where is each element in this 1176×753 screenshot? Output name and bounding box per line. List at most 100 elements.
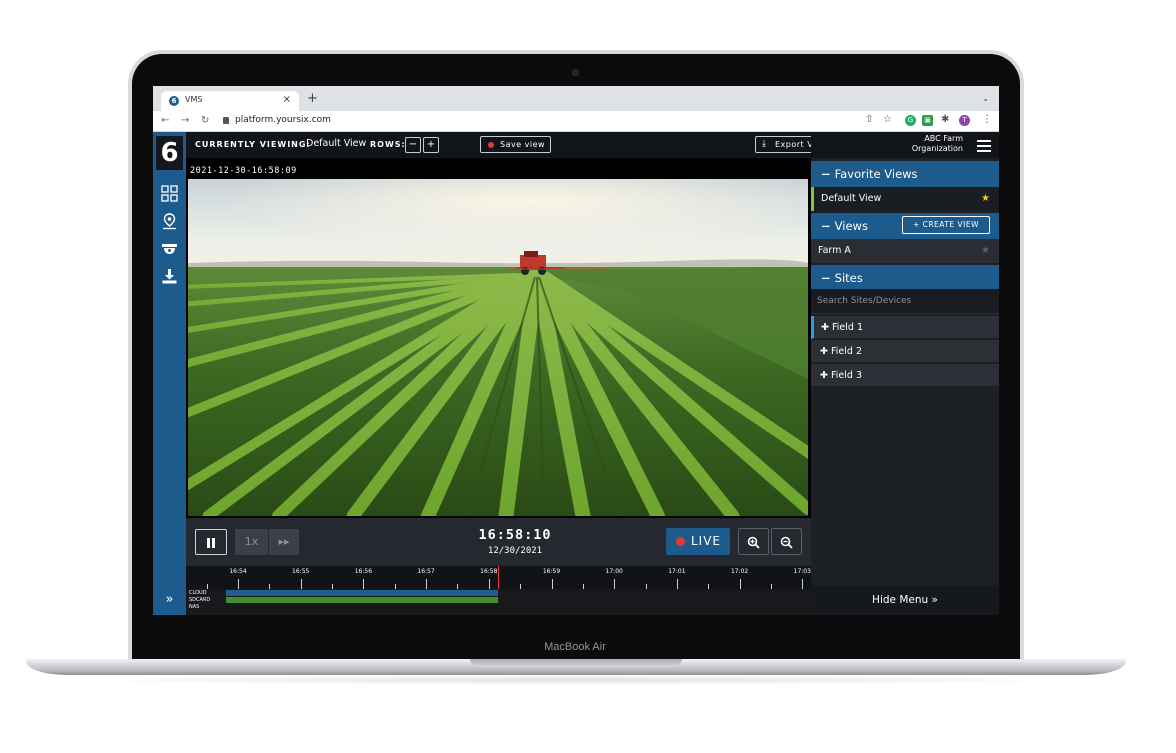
expand-plus-icon[interactable]: ✚ [820,346,828,357]
timeline-minor-tick [582,584,584,589]
cloud-recording-track[interactable] [226,590,498,596]
browser-tab-bar: 6 VMS × + ⌄ [153,86,999,111]
favorite-views-header[interactable]: − Favorite Views [811,161,999,187]
timeline-minor-tick [394,584,396,589]
browser-tab[interactable]: 6 VMS × [161,91,299,111]
timeline-minor-tick [708,584,710,589]
save-view-label: Save view [500,140,546,149]
timeline-minor-tick [332,584,334,589]
camera-dome-icon[interactable] [161,241,178,258]
zoom-in-icon[interactable] [738,528,769,555]
playback-speed-button[interactable]: 1x [235,529,268,555]
back-arrow-icon[interactable]: ← [161,115,169,126]
organization-name: ABC Farm [924,134,963,143]
favorite-star-outline-icon[interactable]: ★ [981,239,990,263]
download-icon: ⤓ [762,139,767,149]
site-label: Field 3 [831,370,862,381]
map-pin-icon[interactable] [161,213,178,230]
site-item-field-2[interactable]: ✚ Field 2 [811,340,999,363]
timeline-minor-tick [269,584,271,589]
timeline-tick-label: 16:57 [417,568,435,575]
favorite-star-icon[interactable]: ★ [981,187,990,211]
favorite-view-item[interactable]: Default View ★ [811,187,999,211]
organization-header: ABC Farm Organization [811,132,999,158]
views-title: Views [834,219,868,233]
create-view-button[interactable]: + CREATE VIEW [902,216,990,234]
playback-time: 16:58:10 [478,527,552,543]
camera-feed[interactable]: 2021-12-30-16:58:09 [186,158,811,518]
profile-avatar[interactable]: T [959,115,970,126]
site-item-field-3[interactable]: ✚ Field 3 [811,364,999,387]
expand-plus-icon[interactable]: ✚ [820,370,828,381]
timeline-major-tick [300,579,302,589]
sdcard-recording-track[interactable] [226,597,498,603]
live-indicator-icon [676,537,685,546]
favorite-views-title: Favorite Views [834,167,918,181]
timeline[interactable]: 16:54 16:55 16:56 16:57 16:58 16:59 17:00 17:01… [186,566,811,615]
favorite-view-label: Default View [821,193,882,204]
browser-toolbar: ← → ↻ platform.yoursix.com ⇧ ☆ G ▣ ✱ T ⋮ [153,111,999,132]
hamburger-menu-icon[interactable] [977,140,991,155]
pause-button[interactable] [195,529,227,555]
download-icon[interactable] [161,268,178,285]
address-bar[interactable]: platform.yoursix.com [235,115,331,125]
timeline-tick-label: 16:54 [229,568,247,575]
timeline-tick-label: 17:01 [668,568,686,575]
sites-title: Sites [834,271,863,285]
timeline-major-tick [676,579,678,589]
view-item[interactable]: Farm A ★ [811,239,999,263]
tab-search-chevron-icon[interactable]: ⌄ [982,94,989,103]
new-tab-button[interactable]: + [307,91,318,106]
sites-header[interactable]: − Sites [811,265,999,291]
timeline-minor-tick [770,584,772,589]
fast-forward-icon[interactable]: ▸▸ [269,529,299,555]
search-sites-input[interactable]: Search Sites/Devices [811,289,999,314]
bookmark-star-icon[interactable]: ☆ [883,114,892,125]
expand-menu-chevron-icon[interactable]: » [153,585,186,615]
forward-arrow-icon[interactable]: → [181,115,189,126]
right-sidebar: ABC Farm Organization − Favorite Views D… [811,132,999,615]
camera-timestamp: 2021-12-30-16:58:09 [190,166,297,176]
views-header[interactable]: − Views + CREATE VIEW [811,213,999,239]
tab-close-icon[interactable]: × [283,94,291,105]
live-button[interactable]: LIVE [666,528,730,555]
yoursix-logo[interactable]: 6 [156,136,183,170]
expand-plus-icon[interactable]: ✚ [821,322,829,333]
lock-icon[interactable] [223,117,229,124]
timeline-tick-label: 16:55 [292,568,310,575]
zoom-out-icon[interactable] [771,528,802,555]
site-item-field-1[interactable]: ✚ Field 1 [811,316,999,339]
record-dot-icon [488,142,494,148]
timeline-tick-label: 16:59 [542,568,561,575]
save-view-button[interactable]: Save view [480,136,551,153]
laptop-notch [470,659,682,667]
screen: 6 VMS × + ⌄ ← → ↻ platform.yoursix.com ⇧… [153,86,999,615]
timeline-minor-tick [206,584,208,589]
extension-screen-icon[interactable]: ▣ [922,115,933,126]
view-label: Farm A [818,245,851,256]
share-icon[interactable]: ⇧ [865,114,873,125]
double-chevron-right-icon: » [931,594,938,606]
extension-grammarly-icon[interactable]: G [905,115,916,126]
site-label: Field 1 [832,322,863,333]
currently-viewing-label: CURRENTLY VIEWING: [195,140,311,149]
browser-menu-icon[interactable]: ⋮ [982,114,992,125]
grid-view-icon[interactable] [161,185,178,202]
favicon-icon: 6 [169,96,179,106]
organization-switcher[interactable]: ABC Farm Organization [912,134,963,154]
hide-menu-button[interactable]: Hide Menu » [811,585,999,615]
track-label-nas: NAS [189,604,200,610]
rows-decrease-button[interactable]: − [405,137,421,153]
timeline-major-tick [614,579,616,589]
collapse-icon: − [821,167,831,181]
timeline-major-tick [551,579,553,589]
vms-app: 6 » CURRENTLY VIEWING: Default View ROWS… [153,132,999,615]
playback-controls: 1x ▸▸ 16:58:10 12/30/2021 LIVE [186,518,811,566]
timeline-major-tick [426,579,428,589]
timeline-playhead[interactable] [498,566,499,589]
rows-label: ROWS: [370,140,406,149]
extensions-puzzle-icon[interactable]: ✱ [941,114,949,125]
rows-increase-button[interactable]: + [423,137,439,153]
reload-icon[interactable]: ↻ [201,115,209,126]
tab-title: VMS [185,95,203,104]
